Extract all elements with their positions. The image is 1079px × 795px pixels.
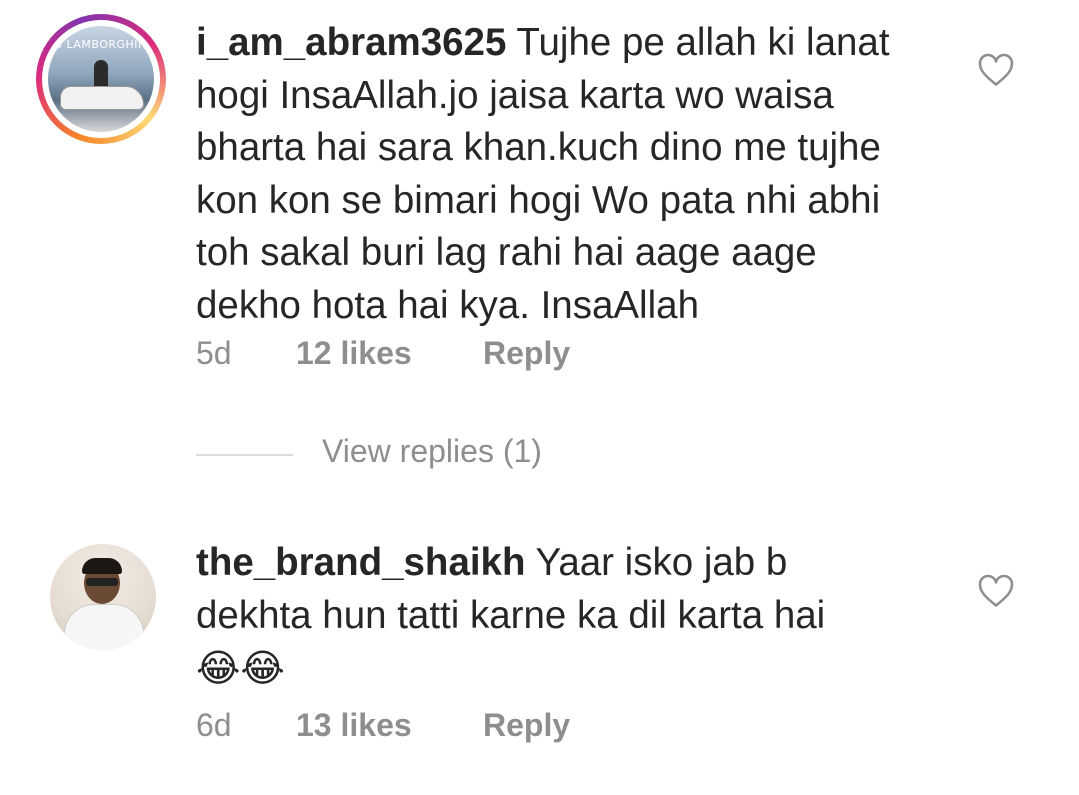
avatar[interactable] <box>50 544 156 650</box>
avatar-shirt <box>64 604 144 650</box>
heart-outline-icon[interactable] <box>977 52 1015 90</box>
avatar-hair <box>82 558 122 574</box>
reply-button[interactable]: Reply <box>483 335 570 372</box>
reply-button[interactable]: Reply <box>483 707 570 744</box>
comment-text: Yaar isko jab b <box>535 541 788 584</box>
view-replies-label[interactable]: View replies (1) <box>322 433 542 470</box>
comment-age: 6d <box>196 707 232 743</box>
comment-line: kon kon se bimari hogi Wo pata nhi abhi <box>196 178 881 222</box>
comment-line: bharta hai sara khan.kuch dino me tujhe <box>196 126 881 169</box>
comment-text: Tujhe pe allah ki lanat <box>516 21 890 64</box>
comment-body: i_am_abram3625 Tujhe pe allah ki lanat h… <box>196 17 956 332</box>
comment-emojis: 😂😂 <box>196 642 956 696</box>
comment-username[interactable]: the_brand_shaikh <box>196 541 526 584</box>
avatar-glasses <box>86 578 118 586</box>
comment-line: the_brand_shaikh Yaar isko jab b <box>196 537 956 590</box>
likes-count[interactable]: 13 likes <box>296 707 412 744</box>
comment-line: dekhta hun tatti karne ka dil karta hai <box>196 593 826 637</box>
avatar-car <box>60 86 144 110</box>
comment-line: dekho hota hai kya. InsaAllah <box>196 283 699 327</box>
comment-line: toh sakal buri lag rahi hai aage aage <box>196 231 817 274</box>
comment-line: i_am_abram3625 Tujhe pe allah ki lanat <box>196 17 956 70</box>
story-ring[interactable]: 'S LAMBORGHINI <box>36 14 166 144</box>
likes-count[interactable]: 12 likes <box>296 335 412 372</box>
comment-age: 5d <box>196 335 232 371</box>
avatar-banner-text: 'S LAMBORGHINI <box>51 38 151 51</box>
view-replies-divider <box>196 454 293 456</box>
avatar[interactable]: 'S LAMBORGHINI <box>48 26 154 132</box>
comment-username[interactable]: i_am_abram3625 <box>196 21 506 64</box>
comment-body: the_brand_shaikh Yaar isko jab b dekhta … <box>196 537 956 696</box>
laughing-tears-emoji: 😂😂 <box>196 646 285 690</box>
heart-outline-icon[interactable] <box>977 573 1015 611</box>
comment-line: hogi InsaAllah.jo jaisa karta wo waisa <box>196 73 834 117</box>
avatar-ring-gap: 'S LAMBORGHINI <box>42 20 160 138</box>
